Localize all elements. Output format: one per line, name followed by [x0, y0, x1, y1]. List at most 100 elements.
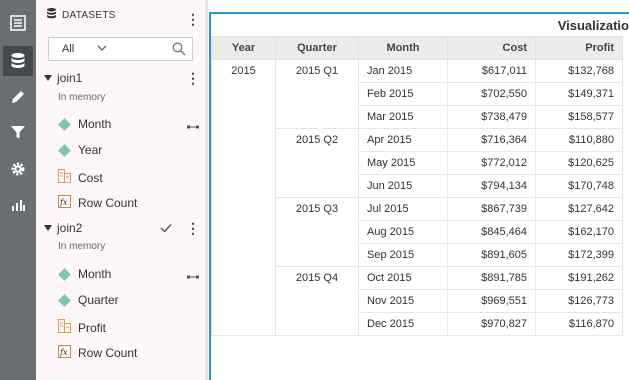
dataset-storage-label: In memory: [58, 92, 106, 103]
field-label: Month: [78, 117, 112, 131]
dataset-menu-icon[interactable]: ⋮: [186, 71, 200, 85]
dataset-storage-label: In memory: [58, 241, 106, 252]
dataset-name: join1: [57, 71, 83, 85]
cell-month: Jan 2015: [358, 59, 448, 83]
panel-menu-icon[interactable]: ⋮: [186, 12, 200, 26]
cell-cost: $867,739: [447, 197, 536, 221]
collapse-triangle-icon[interactable]: [44, 225, 52, 231]
database-icon: [46, 7, 57, 23]
gear-icon[interactable]: [3, 154, 33, 184]
cell-cost: $702,550: [447, 82, 536, 106]
dimension-icon: [58, 267, 71, 281]
field-label: Month: [78, 267, 112, 281]
table-header-row: Year Quarter Month Cost Profit: [211, 36, 623, 60]
search-icon[interactable]: [172, 42, 186, 59]
field-row-count[interactable]: fx Row Count: [58, 195, 137, 211]
pencil-icon[interactable]: [3, 82, 33, 112]
bar-chart-icon[interactable]: [3, 190, 33, 220]
cell-profit: $132,768: [535, 59, 623, 83]
dimension-icon: [58, 143, 71, 157]
cell-month: Apr 2015: [358, 128, 448, 152]
field-month[interactable]: Month: [58, 267, 111, 281]
svg-text:fx: fx: [59, 348, 68, 357]
field-quarter[interactable]: Quarter: [58, 293, 119, 307]
join-link-icon: [187, 119, 199, 133]
visualization-title: Visualizatio: [557, 18, 629, 33]
field-label: Row Count: [78, 196, 138, 210]
cell-month: Feb 2015: [358, 82, 448, 106]
field-label: Row Count: [78, 346, 138, 360]
cell-quarter: 2015 Q2: [275, 128, 359, 198]
cell-month: Jul 2015: [358, 197, 448, 221]
dimension-icon: [58, 293, 71, 307]
field-label: Profit: [78, 320, 107, 335]
cell-cost: $716,364: [447, 128, 536, 152]
cell-cost: $845,464: [447, 220, 536, 244]
column-header-quarter[interactable]: Quarter: [275, 36, 359, 60]
column-header-cost[interactable]: Cost: [447, 36, 536, 60]
pivot-table: Year Quarter Month Cost Profit 2015 2015 …: [211, 36, 623, 336]
join-link-icon: [187, 269, 199, 283]
calculation-icon: fx: [58, 345, 71, 361]
column-header-profit[interactable]: Profit: [535, 36, 623, 60]
field-label: Quarter: [78, 293, 119, 307]
field-month[interactable]: Month: [58, 117, 111, 131]
filter-value: All: [62, 43, 75, 55]
svg-text:fx: fx: [59, 198, 68, 207]
cell-profit: $110,880: [535, 128, 623, 152]
cell-month: Dec 2015: [358, 312, 448, 336]
cell-cost: $891,605: [447, 243, 536, 267]
filter-icon[interactable]: [3, 117, 33, 147]
column-header-month[interactable]: Month: [358, 36, 448, 60]
dataset-header-join1[interactable]: join1: [44, 71, 82, 85]
dimension-icon: [58, 117, 71, 131]
dataset-filter[interactable]: All: [48, 37, 193, 61]
cell-profit: $149,371: [535, 82, 623, 106]
cell-quarter: 2015 Q4: [275, 266, 359, 336]
cell-cost: $891,785: [447, 266, 536, 290]
cell-profit: $170,748: [535, 174, 623, 198]
panel-header: DATASETS: [46, 7, 116, 23]
left-nav-rail: [0, 0, 36, 380]
cell-month: Nov 2015: [358, 289, 448, 313]
cell-month: May 2015: [358, 151, 448, 175]
cell-month: Oct 2015: [358, 266, 448, 290]
database-icon[interactable]: [3, 46, 33, 76]
measure-icon: [58, 169, 71, 186]
cell-profit: $116,870: [535, 312, 623, 336]
cell-month: Aug 2015: [358, 220, 448, 244]
field-row-count[interactable]: fx Row Count: [58, 345, 137, 361]
cell-profit: $162,170: [535, 220, 623, 244]
cell-cost: $970,827: [447, 312, 536, 336]
cell-cost: $772,012: [447, 151, 536, 175]
panel-title: DATASETS: [62, 9, 116, 21]
cell-cost: $617,011: [447, 59, 536, 83]
field-year[interactable]: Year: [58, 143, 102, 157]
datasets-panel: DATASETS ⋮ All join1 ⋮ In memory Month Y…: [36, 0, 206, 380]
list-icon[interactable]: [3, 8, 33, 38]
dataset-header-join2[interactable]: join2: [44, 221, 82, 235]
cell-year: 2015: [211, 59, 276, 336]
cell-profit: $126,773: [535, 289, 623, 313]
table-row[interactable]: 2015 2015 Q1 Jan 2015 $617,011 $132,768: [211, 59, 623, 336]
calculation-icon: fx: [58, 195, 71, 211]
dataset-name: join2: [57, 221, 83, 235]
cell-month: Mar 2015: [358, 105, 448, 129]
dataset-menu-icon[interactable]: ⋮: [186, 221, 200, 235]
chevron-down-icon[interactable]: [97, 41, 107, 58]
cell-profit: $172,399: [535, 243, 623, 267]
cell-cost: $738,479: [447, 105, 536, 129]
field-profit[interactable]: Profit: [58, 319, 106, 336]
cell-profit: $158,577: [535, 105, 623, 129]
cell-month: Sep 2015: [358, 243, 448, 267]
field-cost[interactable]: Cost: [58, 169, 103, 186]
column-header-year[interactable]: Year: [211, 36, 276, 60]
visualization-canvas[interactable]: Visualizatio Year Quarter Month Cost Pro…: [209, 12, 629, 380]
cell-profit: $120,625: [535, 151, 623, 175]
panel-splitter[interactable]: [205, 0, 208, 380]
cell-cost: $794,134: [447, 174, 536, 198]
checkmark-icon: [160, 222, 172, 236]
collapse-triangle-icon[interactable]: [44, 75, 52, 81]
cell-quarter: 2015 Q1: [275, 59, 359, 129]
cell-cost: $969,551: [447, 289, 536, 313]
